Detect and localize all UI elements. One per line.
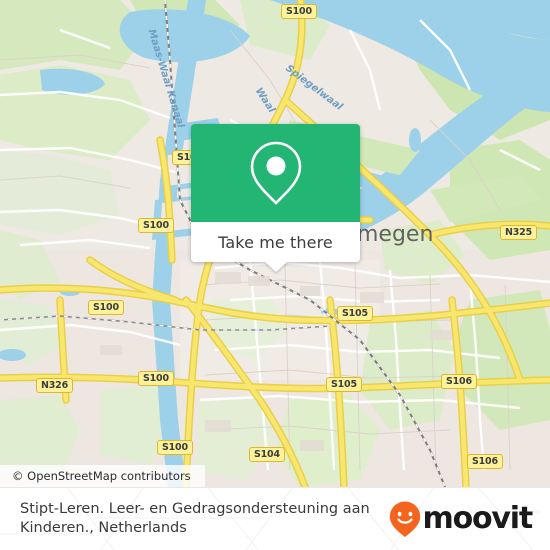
take-me-there-label: Take me there: [218, 232, 333, 252]
road-shield-n325[interactable]: N325: [500, 225, 537, 240]
popup-cta-area[interactable]: Take me there: [191, 222, 360, 272]
moovit-wordmark: moovit: [422, 501, 534, 536]
road-shield-s100-north[interactable]: S100: [281, 4, 317, 19]
map-viewport[interactable]: Maas-Waal Kanaal Waal Spiegelwaal megen …: [0, 0, 550, 487]
popup-icon-area: [191, 124, 360, 222]
osm-attribution[interactable]: © OpenStreetMap contributors: [0, 465, 205, 487]
road-shield-s106-b[interactable]: S106: [467, 454, 503, 469]
osm-attribution-text: © OpenStreetMap contributors: [12, 469, 191, 483]
moovit-map-screen: Maas-Waal Kanaal Waal Spiegelwaal megen …: [0, 0, 550, 550]
road-shield-s100-d[interactable]: S100: [138, 371, 174, 386]
popup-tail-pointer: [263, 261, 288, 272]
road-shield-s105-a[interactable]: S105: [337, 306, 373, 321]
road-shield-s100-b[interactable]: S100: [138, 218, 174, 233]
road-shield-n326[interactable]: N326: [36, 378, 73, 393]
road-shield-s100-c[interactable]: S100: [88, 300, 124, 315]
map-pin-icon: [250, 141, 301, 205]
moovit-smiley-pin-icon: [389, 501, 420, 537]
footer-bar: Stipt-Leren. Leer- en Gedragsondersteuni…: [0, 487, 550, 550]
road-shield-s104[interactable]: S104: [249, 447, 285, 462]
road-shield-s100-e[interactable]: S100: [157, 440, 193, 455]
road-shield-s106-a[interactable]: S106: [441, 374, 477, 389]
destination-popup-card[interactable]: Take me there: [191, 124, 360, 272]
road-shield-s105-b[interactable]: S105: [326, 377, 362, 392]
moovit-logo[interactable]: moovit: [388, 500, 534, 538]
place-title: Stipt-Leren. Leer- en Gedragsondersteuni…: [20, 501, 370, 536]
